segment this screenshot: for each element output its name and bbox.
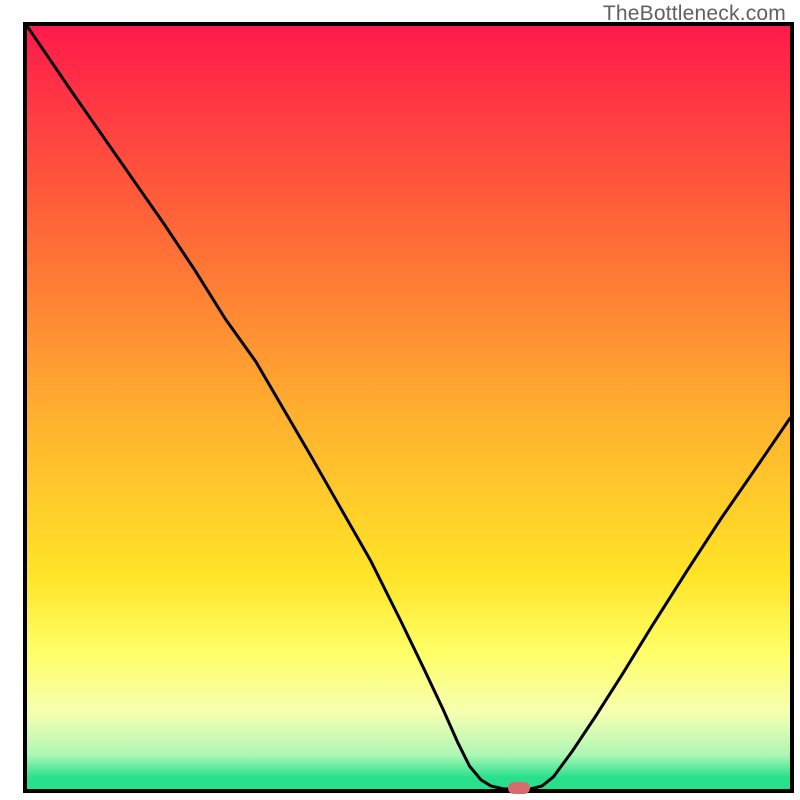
bottleneck-chart: TheBottleneck.com — [0, 0, 800, 800]
gradient-background — [27, 26, 790, 789]
watermark-text: TheBottleneck.com — [603, 2, 786, 26]
plot-svg — [0, 0, 800, 800]
optimal-point-marker — [508, 782, 530, 794]
